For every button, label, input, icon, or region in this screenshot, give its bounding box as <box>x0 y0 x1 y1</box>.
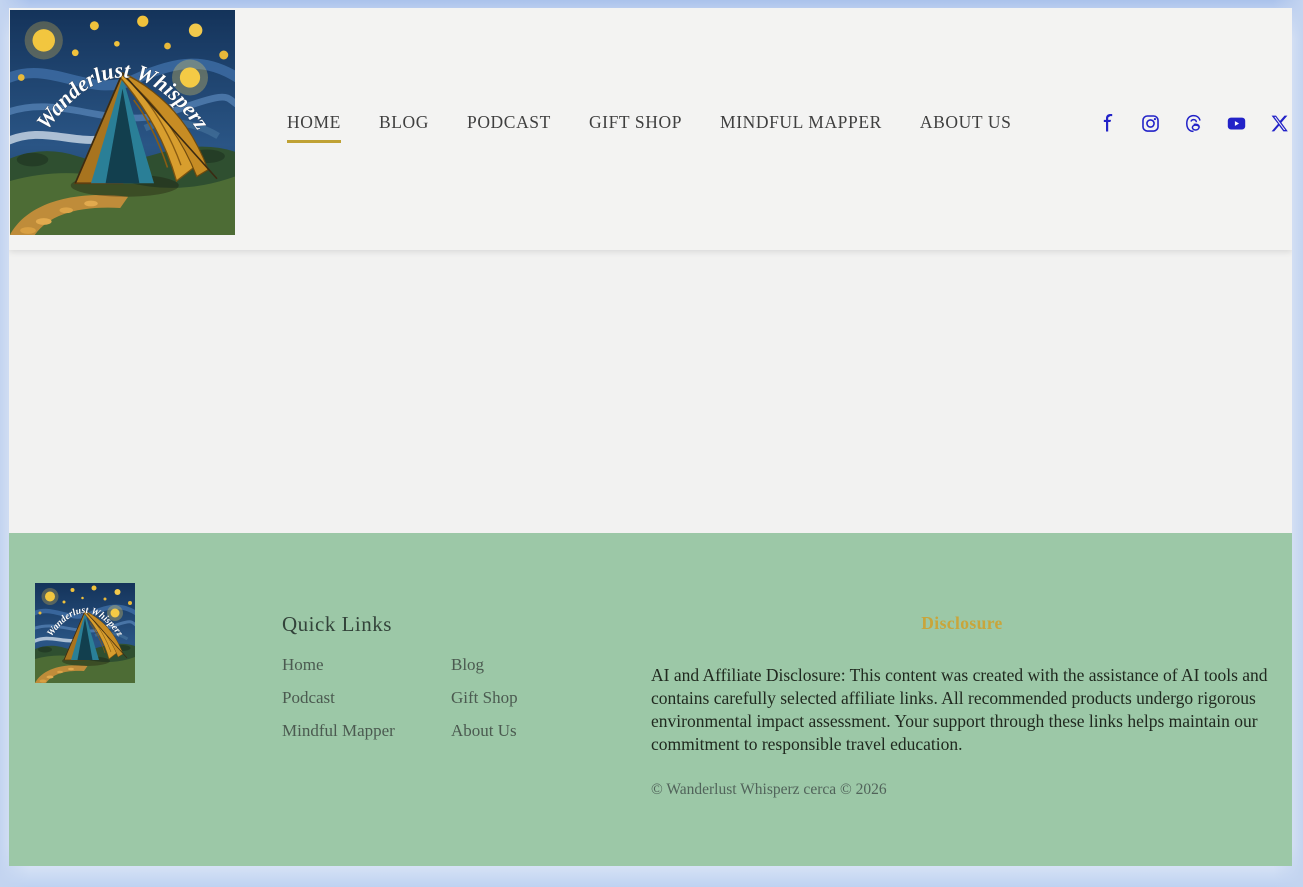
main-navigation: HOME BLOG PODCAST GIFT SHOP MINDFUL MAPP… <box>287 112 1011 143</box>
footer-link-about-us[interactable]: About Us <box>451 721 632 754</box>
social-links <box>1098 114 1289 133</box>
nav-item-mindful-mapper[interactable]: MINDFUL MAPPER <box>720 112 882 143</box>
footer-logo[interactable] <box>35 583 135 683</box>
footer-link-mindful-mapper[interactable]: Mindful Mapper <box>282 721 451 754</box>
facebook-icon[interactable] <box>1098 114 1117 133</box>
copyright-text: © Wanderlust Whisperz cerca © 2026 <box>651 781 1273 799</box>
disclosure-text: AI and Affiliate Disclosure: This conten… <box>651 664 1273 756</box>
nav-item-podcast[interactable]: PODCAST <box>467 112 551 143</box>
nav-item-gift-shop[interactable]: GIFT SHOP <box>589 112 682 143</box>
site-page: HOME BLOG PODCAST GIFT SHOP MINDFUL MAPP… <box>9 8 1292 866</box>
site-footer: Quick Links Home Podcast Mindful Mapper … <box>9 533 1292 866</box>
footer-link-podcast[interactable]: Podcast <box>282 688 451 721</box>
instagram-icon[interactable] <box>1141 114 1160 133</box>
disclosure-section: Disclosure AI and Affiliate Disclosure: … <box>651 613 1273 799</box>
site-header: HOME BLOG PODCAST GIFT SHOP MINDFUL MAPP… <box>9 8 1292 250</box>
nav-item-home[interactable]: HOME <box>287 112 341 143</box>
footer-link-blog[interactable]: Blog <box>451 655 632 688</box>
starry-tent-logo-image-small <box>35 583 135 683</box>
quick-links-grid: Home Podcast Mindful Mapper Blog Gift Sh… <box>282 655 632 754</box>
youtube-icon[interactable] <box>1227 114 1246 133</box>
footer-link-home[interactable]: Home <box>282 655 451 688</box>
site-logo[interactable] <box>10 10 235 235</box>
threads-icon[interactable] <box>1184 114 1203 133</box>
nav-item-about-us[interactable]: ABOUT US <box>920 112 1012 143</box>
main-content-empty <box>9 250 1292 533</box>
nav-item-blog[interactable]: BLOG <box>379 112 429 143</box>
quick-links-title: Quick Links <box>282 612 632 637</box>
starry-tent-logo-image <box>10 10 235 235</box>
quick-links-section: Quick Links Home Podcast Mindful Mapper … <box>282 612 632 754</box>
disclosure-title: Disclosure <box>651 613 1273 634</box>
footer-link-gift-shop[interactable]: Gift Shop <box>451 688 632 721</box>
x-icon[interactable] <box>1270 114 1289 133</box>
